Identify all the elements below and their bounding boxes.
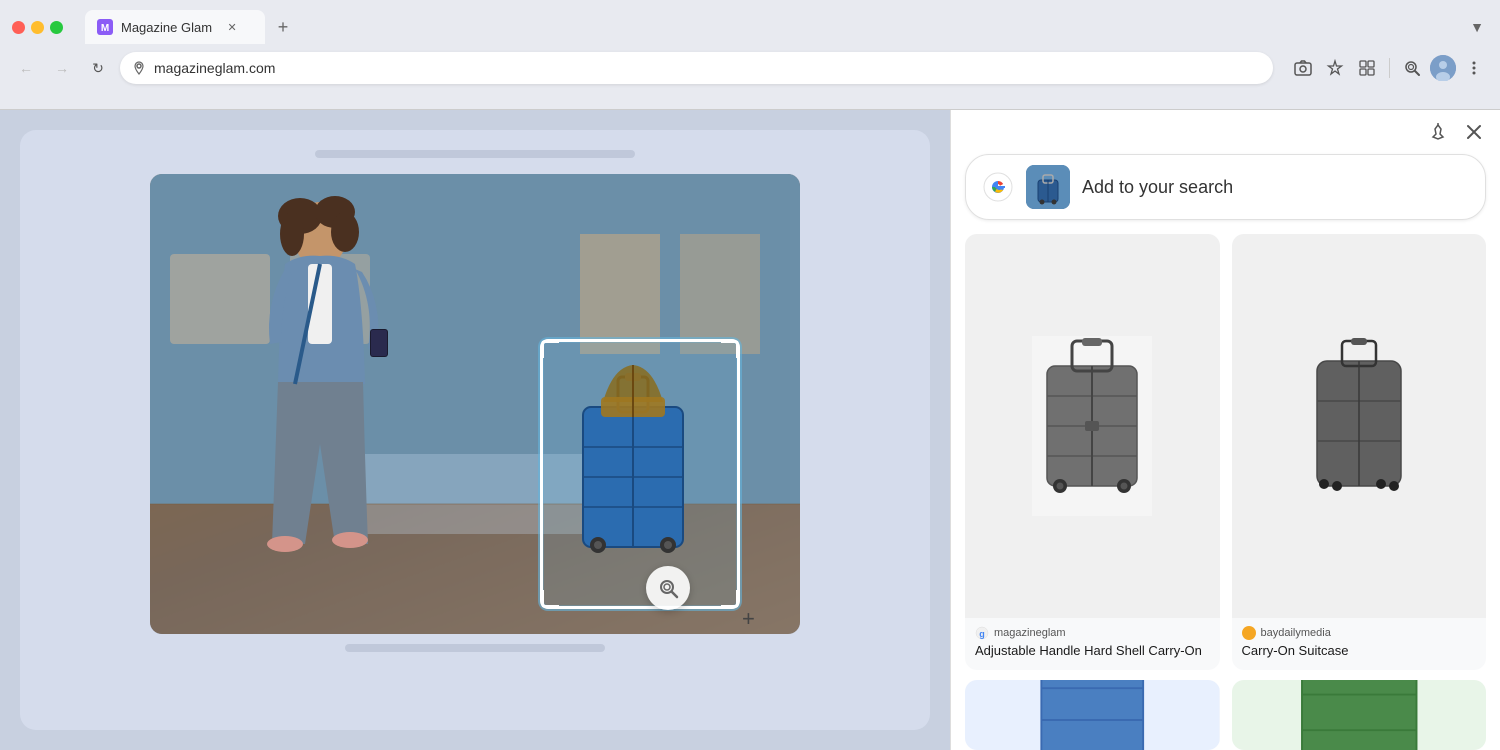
result-card-2-info: baydailymedia Carry-On Suitcase [1232, 618, 1487, 670]
source-name-1: magazineglam [994, 627, 1066, 639]
puzzle-icon [1358, 59, 1376, 77]
camera-icon [1294, 59, 1312, 77]
results-row2 [951, 670, 1500, 750]
photo-background: + [150, 174, 800, 634]
minimize-window-button[interactable] [31, 21, 44, 34]
google-logo [982, 171, 1014, 203]
suitcase-gray-1 [1032, 336, 1152, 516]
webpage-area: + [0, 110, 950, 750]
refresh-button[interactable]: ↻ [84, 54, 112, 82]
suitcase-blue-partial [965, 680, 1220, 750]
panel-header [951, 110, 1500, 154]
browser-chrome: M Magazine Glam ✕ + ▼ ← → ↻ magazineglam… [0, 0, 1500, 110]
close-panel-button[interactable] [1462, 120, 1486, 144]
refresh-icon: ↻ [92, 60, 104, 77]
result-title-1: Adjustable Handle Hard Shell Carry-On [975, 643, 1210, 660]
suitcase-gray-2 [1299, 336, 1419, 516]
lens-button-icon [656, 576, 680, 600]
user-avatar[interactable] [1430, 55, 1456, 81]
result-card-2[interactable]: baydailymedia Carry-On Suitcase [1232, 234, 1487, 670]
result-image-1 [965, 234, 1220, 618]
svg-text:M: M [101, 23, 109, 34]
result-card-3-partial[interactable] [965, 680, 1220, 750]
location-icon [132, 61, 146, 75]
webpage-inner: + [20, 130, 930, 730]
result-image-2 [1232, 234, 1487, 618]
result-card-4-partial[interactable] [1232, 680, 1487, 750]
woman-figure [180, 184, 480, 624]
tab-dropdown-button[interactable]: ▼ [1466, 15, 1488, 39]
thumbnail-luggage [1026, 165, 1070, 209]
close-icon [1466, 124, 1482, 140]
more-options-button[interactable] [1460, 54, 1488, 82]
pin-icon [1429, 123, 1447, 141]
result-source-2: baydailymedia [1242, 626, 1477, 640]
source-name-2: baydailymedia [1261, 627, 1331, 639]
luggage-image [553, 347, 713, 597]
close-window-button[interactable] [12, 21, 25, 34]
search-header-box[interactable]: Add to your search [965, 154, 1486, 220]
add-to-search-text: Add to your search [1082, 177, 1233, 198]
url-text: magazineglam.com [154, 60, 1261, 76]
active-tab[interactable]: M Magazine Glam ✕ [85, 10, 265, 44]
address-bar-row: ← → ↻ magazineglam.com [0, 46, 1500, 90]
lens-icon [1402, 58, 1422, 78]
lens-button[interactable] [646, 566, 690, 610]
avatar-icon [1430, 55, 1456, 81]
tab-title: Magazine Glam [121, 20, 212, 35]
forward-button[interactable]: → [48, 54, 76, 82]
svg-text:g: g [979, 629, 985, 639]
tab-bar: M Magazine Glam ✕ + [85, 10, 297, 44]
result-card-1[interactable]: g magazineglam Adjustable Handle Hard Sh… [965, 234, 1220, 670]
extensions-button[interactable] [1353, 54, 1381, 82]
star-icon [1326, 59, 1344, 77]
title-bar: M Magazine Glam ✕ + ▼ [0, 0, 1500, 46]
pin-button[interactable] [1426, 120, 1450, 144]
address-bar[interactable]: magazineglam.com [120, 52, 1273, 84]
result-card-1-info: g magazineglam Adjustable Handle Hard Sh… [965, 618, 1220, 670]
selection-corner-br [721, 590, 739, 608]
search-thumbnail [1026, 165, 1070, 209]
suitcase-green-partial [1232, 680, 1487, 750]
browser-actions [1289, 54, 1488, 82]
baydailymedia-icon [1242, 626, 1256, 640]
forward-icon: → [55, 60, 69, 76]
photo-container: + [150, 174, 800, 634]
crosshair-cursor: + [742, 606, 762, 626]
tab-favicon: M [97, 19, 113, 35]
selection-box [540, 339, 740, 609]
toolbar-divider [1389, 58, 1390, 78]
lens-panel: Add to your search [950, 110, 1500, 750]
new-tab-button[interactable]: + [269, 13, 297, 41]
screenshot-button[interactable] [1289, 54, 1317, 82]
result-title-2: Carry-On Suitcase [1242, 643, 1477, 660]
back-icon: ← [19, 60, 33, 76]
maximize-window-button[interactable] [50, 21, 63, 34]
lens-search-button[interactable] [1398, 54, 1426, 82]
result-source-1: g magazineglam [975, 626, 1210, 640]
traffic-lights [12, 21, 63, 34]
menu-dots-icon [1465, 59, 1483, 77]
back-button[interactable]: ← [12, 54, 40, 82]
magazineglam-icon: g [975, 626, 989, 640]
selection-corner-tr [721, 340, 739, 358]
bookmark-button[interactable] [1321, 54, 1349, 82]
page-scrollbar-bottom [345, 644, 605, 652]
page-scrollbar [315, 150, 635, 158]
content-area: + [0, 110, 1500, 750]
tab-close-button[interactable]: ✕ [224, 19, 240, 35]
results-grid: g magazineglam Adjustable Handle Hard Sh… [951, 234, 1500, 670]
